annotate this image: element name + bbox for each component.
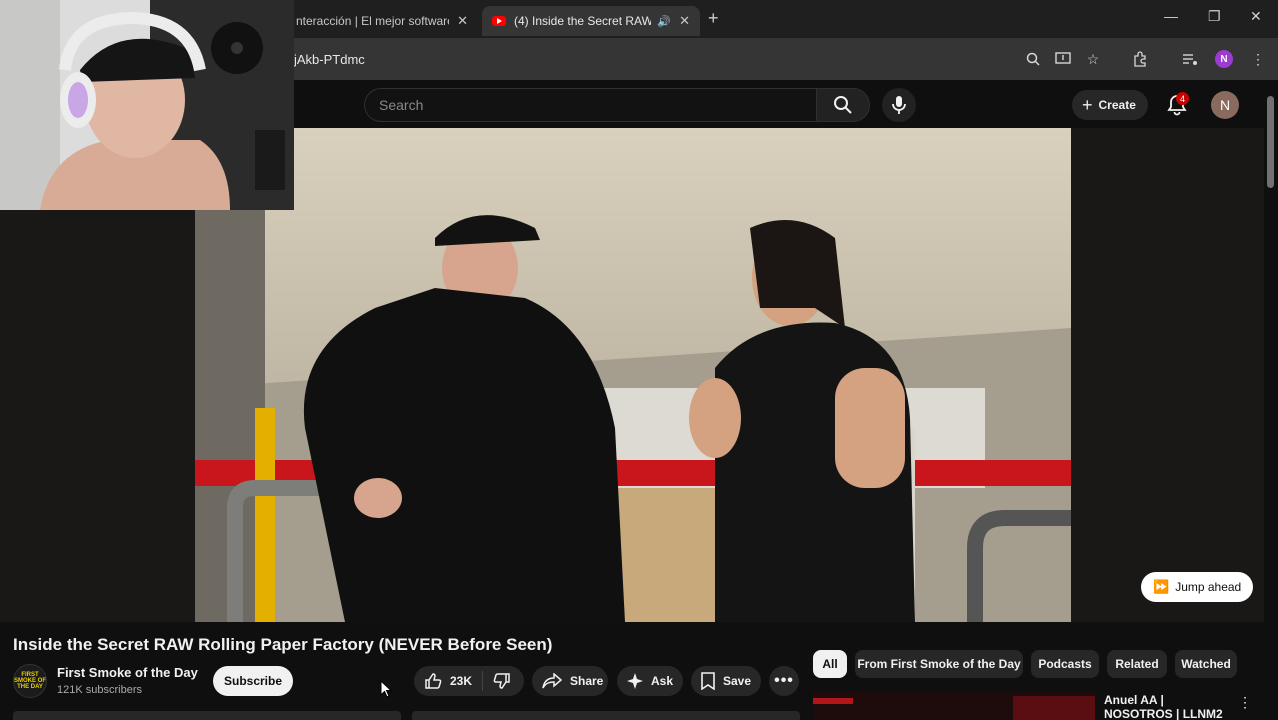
bookmark-icon bbox=[701, 672, 715, 690]
video-title: Inside the Secret RAW Rolling Paper Fact… bbox=[13, 635, 553, 654]
more-actions-button[interactable]: ••• bbox=[769, 666, 799, 696]
share-arrow-icon bbox=[542, 673, 562, 689]
mouse-cursor-icon bbox=[380, 680, 392, 698]
install-app-icon[interactable] bbox=[1054, 50, 1072, 68]
chip-all[interactable]: All bbox=[813, 650, 847, 678]
recommendation-title[interactable]: Anuel AA | NOSOTROS | LLNM2 bbox=[1104, 693, 1234, 720]
close-icon[interactable]: ✕ bbox=[679, 13, 690, 29]
address-bar-url[interactable]: jAkb-PTdmc bbox=[294, 52, 365, 67]
notification-count-badge: 4 bbox=[1176, 92, 1189, 105]
tab-title: (4) Inside the Secret RAW Rolling bbox=[514, 14, 652, 28]
plus-icon: + bbox=[1082, 94, 1093, 115]
close-icon[interactable]: ✕ bbox=[457, 13, 468, 29]
create-button[interactable]: + Create bbox=[1072, 90, 1148, 120]
chip-podcasts[interactable]: Podcasts bbox=[1031, 650, 1099, 678]
window-close-icon[interactable]: ✕ bbox=[1250, 8, 1262, 25]
microphone-icon bbox=[892, 96, 906, 114]
new-tab-icon[interactable]: + bbox=[708, 8, 719, 29]
account-avatar[interactable]: N bbox=[1211, 91, 1239, 119]
video-frame[interactable] bbox=[195, 128, 1071, 622]
description-box-edge bbox=[13, 711, 401, 720]
thumbnail-image bbox=[813, 692, 1095, 720]
media-control-icon[interactable] bbox=[1181, 50, 1199, 68]
webcam-image bbox=[0, 0, 294, 210]
zoom-icon[interactable] bbox=[1024, 50, 1042, 68]
sparkle-icon bbox=[627, 673, 643, 689]
share-label: Share bbox=[570, 674, 604, 688]
create-label: Create bbox=[1098, 98, 1136, 112]
minimize-icon[interactable]: — bbox=[1164, 8, 1178, 24]
like-divider bbox=[482, 671, 484, 691]
ask-button[interactable]: Ask bbox=[617, 666, 683, 696]
thumbs-up-icon[interactable] bbox=[424, 672, 442, 690]
search-icon bbox=[834, 96, 852, 114]
extensions-icon[interactable] bbox=[1131, 50, 1149, 68]
jump-ahead-icon: ⏩ bbox=[1153, 579, 1170, 594]
ask-label: Ask bbox=[651, 674, 674, 688]
chip-watched[interactable]: Watched bbox=[1175, 650, 1237, 678]
jump-ahead-button[interactable]: ⏩ Jump ahead bbox=[1141, 572, 1254, 602]
jump-ahead-label: Jump ahead bbox=[1175, 580, 1242, 594]
like-dislike-group: 23K bbox=[414, 666, 524, 696]
browser-tab-inactive[interactable]: nteracción | El mejor software p ✕ bbox=[286, 6, 478, 36]
browser-profile-avatar[interactable]: N bbox=[1215, 50, 1233, 68]
more-horizontal-icon: ••• bbox=[774, 672, 794, 689]
channel-name[interactable]: First Smoke of the Day bbox=[57, 665, 198, 680]
search-button[interactable] bbox=[816, 88, 870, 122]
comments-box-edge bbox=[412, 711, 800, 720]
youtube-watch-page: nteracción | El mejor software p ✕ (4) I… bbox=[0, 0, 1278, 720]
share-button[interactable]: Share bbox=[532, 666, 608, 696]
scrollbar-thumb[interactable] bbox=[1267, 96, 1274, 188]
voice-search-button[interactable] bbox=[882, 88, 916, 122]
tab-title: nteracción | El mejor software p bbox=[296, 14, 450, 28]
channel-avatar[interactable]: FIRST SMOKE OF THE DAY bbox=[13, 664, 47, 698]
subscriber-count: 121K subscribers bbox=[57, 684, 142, 696]
save-button[interactable]: Save bbox=[691, 666, 761, 696]
recommendation-thumbnail[interactable] bbox=[813, 692, 1095, 720]
restore-icon[interactable]: ❐ bbox=[1208, 8, 1221, 25]
thumbs-down-icon[interactable] bbox=[493, 672, 511, 690]
bookmark-star-icon[interactable]: ☆ bbox=[1084, 50, 1102, 68]
speaker-icon[interactable]: 🔊 bbox=[657, 15, 671, 28]
chip-from-channel[interactable]: From First Smoke of the Day bbox=[855, 650, 1023, 678]
channel-logo-text: FIRST SMOKE OF THE DAY bbox=[14, 672, 47, 690]
recommendation-menu-icon[interactable]: ⋮ bbox=[1238, 694, 1252, 711]
like-count[interactable]: 23K bbox=[450, 674, 472, 688]
chip-related[interactable]: Related bbox=[1107, 650, 1167, 678]
video-frame-image bbox=[195, 128, 1071, 622]
webcam-overlay bbox=[0, 0, 294, 210]
save-label: Save bbox=[723, 674, 752, 688]
browser-tab-active[interactable]: (4) Inside the Secret RAW Rolling 🔊 ✕ bbox=[482, 6, 700, 36]
browser-menu-icon[interactable]: ⋮ bbox=[1249, 50, 1267, 68]
search-input[interactable]: Search bbox=[364, 88, 816, 122]
subscribe-button[interactable]: Subscribe bbox=[213, 666, 293, 696]
youtube-favicon-icon bbox=[492, 16, 506, 26]
